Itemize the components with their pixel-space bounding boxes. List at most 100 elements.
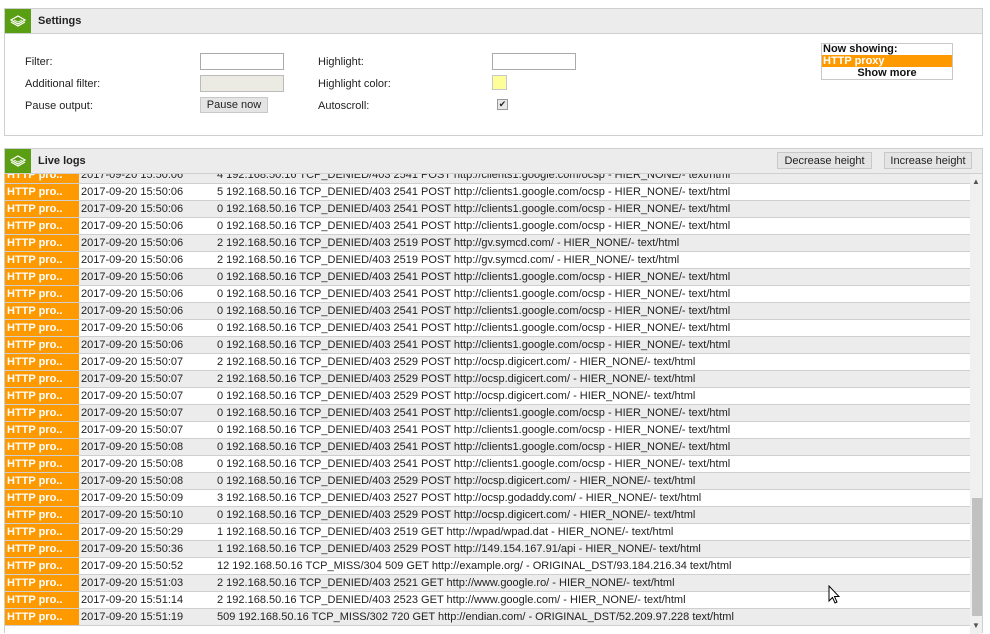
log-source: HTTP pro.. <box>5 337 79 353</box>
log-source: HTTP pro.. <box>5 456 79 472</box>
scroll-down-arrow-icon[interactable]: ▼ <box>970 620 982 632</box>
filter-input[interactable] <box>200 53 284 70</box>
log-row: HTTP pro.. 2017-09-20 15:50:06 5 192.168.5… <box>5 184 971 201</box>
log-time: 2017-09-20 15:50:06 <box>81 174 184 181</box>
log-source: HTTP pro.. <box>5 541 79 557</box>
log-time: 2017-09-20 15:50:07 <box>81 373 184 385</box>
log-message: 0 192.168.50.16 TCP_DENIED/403 2541 POST… <box>217 407 731 419</box>
log-row: HTTP pro.. 2017-09-20 15:50:06 0 192.168.5… <box>5 269 971 286</box>
log-time: 2017-09-20 15:50:10 <box>81 509 184 521</box>
log-row: HTTP pro.. 2017-09-20 15:50:36 1 192.168.5… <box>5 541 971 558</box>
log-row: HTTP pro.. 2017-09-20 15:50:07 0 192.168.5… <box>5 388 971 405</box>
log-row: HTTP pro.. 2017-09-20 15:50:07 2 192.168.5… <box>5 371 971 388</box>
log-source: HTTP pro.. <box>5 558 79 574</box>
log-row: HTTP pro.. 2017-09-20 15:50:07 0 192.168.5… <box>5 422 971 439</box>
log-row: HTTP pro.. 2017-09-20 15:50:06 0 192.168.5… <box>5 337 971 354</box>
log-time: 2017-09-20 15:51:14 <box>81 594 184 606</box>
log-row: HTTP pro.. 2017-09-20 15:50:06 0 192.168.5… <box>5 218 971 235</box>
log-time: 2017-09-20 15:50:07 <box>81 390 184 402</box>
log-time: 2017-09-20 15:50:06 <box>81 322 184 334</box>
log-time: 2017-09-20 15:50:29 <box>81 526 184 538</box>
log-time: 2017-09-20 15:50:36 <box>81 543 184 555</box>
layers-icon <box>5 149 31 173</box>
log-row: HTTP pro.. 2017-09-20 15:50:07 2 192.168.5… <box>5 354 971 371</box>
settings-title: Settings <box>38 15 82 27</box>
log-time: 2017-09-20 15:50:52 <box>81 560 184 572</box>
log-list: HTTP pro.. 2017-09-20 15:50:06 4 192.168.5… <box>5 174 971 634</box>
log-source: HTTP pro.. <box>5 201 79 217</box>
log-row: HTTP pro.. 2017-09-20 15:50:07 0 192.168.5… <box>5 405 971 422</box>
settings-header: Settings <box>5 9 982 34</box>
log-message: 2 192.168.50.16 TCP_DENIED/403 2529 POST… <box>217 373 696 385</box>
log-source: HTTP pro.. <box>5 439 79 455</box>
log-time: 2017-09-20 15:50:07 <box>81 424 184 436</box>
log-message: 0 192.168.50.16 TCP_DENIED/403 2541 POST… <box>217 424 731 436</box>
log-message: 0 192.168.50.16 TCP_DENIED/403 2541 POST… <box>217 339 731 351</box>
highlight-input[interactable] <box>492 53 576 70</box>
log-source: HTTP pro.. <box>5 371 79 387</box>
scroll-thumb[interactable] <box>972 498 982 616</box>
log-message: 2 192.168.50.16 TCP_DENIED/403 2523 GET … <box>217 594 686 606</box>
log-row: HTTP pro.. 2017-09-20 15:50:06 4 192.168.5… <box>5 174 971 184</box>
now-showing-box: Now showing: HTTP proxy Show more <box>821 43 953 80</box>
log-source: HTTP pro.. <box>5 609 79 625</box>
log-row: HTTP pro.. 2017-09-20 15:50:08 0 192.168.5… <box>5 456 971 473</box>
log-source: HTTP pro.. <box>5 405 79 421</box>
show-more-link[interactable]: Show more <box>822 67 952 79</box>
mouse-cursor-icon <box>828 585 840 604</box>
autoscroll-checkbox[interactable]: ✔ <box>497 99 508 110</box>
log-source: HTTP pro.. <box>5 252 79 268</box>
additional-filter-label: Additional filter: <box>25 78 101 90</box>
log-message: 12 192.168.50.16 TCP_MISS/304 509 GET ht… <box>217 560 732 572</box>
log-row: HTTP pro.. 2017-09-20 15:51:19 509 192.168… <box>5 609 971 626</box>
scroll-up-arrow-icon[interactable]: ▲ <box>970 176 982 188</box>
log-message: 0 192.168.50.16 TCP_DENIED/403 2541 POST… <box>217 458 731 470</box>
log-message: 1 192.168.50.16 TCP_DENIED/403 2519 GET … <box>217 526 674 538</box>
now-showing-item[interactable]: HTTP proxy <box>822 55 952 67</box>
log-time: 2017-09-20 15:51:03 <box>81 577 184 589</box>
log-row: HTTP pro.. 2017-09-20 15:50:08 0 192.168.5… <box>5 439 971 456</box>
log-source: HTTP pro.. <box>5 354 79 370</box>
log-time: 2017-09-20 15:50:06 <box>81 254 184 266</box>
log-row: HTTP pro.. 2017-09-20 15:51:14 2 192.168.5… <box>5 592 971 609</box>
log-message: 0 192.168.50.16 TCP_DENIED/403 2541 POST… <box>217 203 731 215</box>
log-source: HTTP pro.. <box>5 218 79 234</box>
log-row: HTTP pro.. 2017-09-20 15:50:06 0 192.168.5… <box>5 320 971 337</box>
filter-label: Filter: <box>25 56 53 68</box>
log-row: HTTP pro.. 2017-09-20 15:50:52 12 192.168.… <box>5 558 971 575</box>
autoscroll-label: Autoscroll: <box>318 100 370 112</box>
log-time: 2017-09-20 15:50:06 <box>81 203 184 215</box>
log-source: HTTP pro.. <box>5 269 79 285</box>
log-time: 2017-09-20 15:50:06 <box>81 339 184 351</box>
log-row: HTTP pro.. 2017-09-20 15:50:10 0 192.168.5… <box>5 507 971 524</box>
highlight-color-label: Highlight color: <box>318 78 391 90</box>
highlight-label: Highlight: <box>318 56 364 68</box>
log-time: 2017-09-20 15:50:06 <box>81 186 184 198</box>
log-message: 0 192.168.50.16 TCP_DENIED/403 2541 POST… <box>217 305 731 317</box>
log-source: HTTP pro.. <box>5 303 79 319</box>
log-message: 2 192.168.50.16 TCP_DENIED/403 2521 GET … <box>217 577 675 589</box>
log-time: 2017-09-20 15:51:19 <box>81 611 184 623</box>
log-row: HTTP pro.. 2017-09-20 15:50:06 2 192.168.5… <box>5 252 971 269</box>
log-row: HTTP pro.. 2017-09-20 15:50:06 0 192.168.5… <box>5 286 971 303</box>
log-message: 0 192.168.50.16 TCP_DENIED/403 2541 POST… <box>217 288 731 300</box>
log-row: HTTP pro.. 2017-09-20 15:50:06 2 192.168.5… <box>5 235 971 252</box>
layers-icon <box>5 9 31 33</box>
log-time: 2017-09-20 15:50:06 <box>81 271 184 283</box>
log-source: HTTP pro.. <box>5 592 79 608</box>
log-time: 2017-09-20 15:50:07 <box>81 407 184 419</box>
increase-height-button[interactable]: Increase height <box>884 152 972 169</box>
decrease-height-button[interactable]: Decrease height <box>777 152 872 169</box>
log-message: 0 192.168.50.16 TCP_DENIED/403 2529 POST… <box>217 390 696 402</box>
additional-filter-input[interactable] <box>200 75 284 92</box>
highlight-color-swatch[interactable] <box>492 75 507 90</box>
pause-now-button[interactable]: Pause now <box>200 97 268 113</box>
log-row: HTTP pro.. 2017-09-20 15:50:06 0 192.168.5… <box>5 201 971 218</box>
log-time: 2017-09-20 15:50:06 <box>81 220 184 232</box>
now-showing-title: Now showing: <box>823 43 898 55</box>
live-logs-title: Live logs <box>38 155 86 167</box>
log-source: HTTP pro.. <box>5 422 79 438</box>
log-scrollbar[interactable]: ▲ ▼ <box>970 174 982 634</box>
log-message: 5 192.168.50.16 TCP_DENIED/403 2541 POST… <box>217 186 731 198</box>
log-source: HTTP pro.. <box>5 286 79 302</box>
